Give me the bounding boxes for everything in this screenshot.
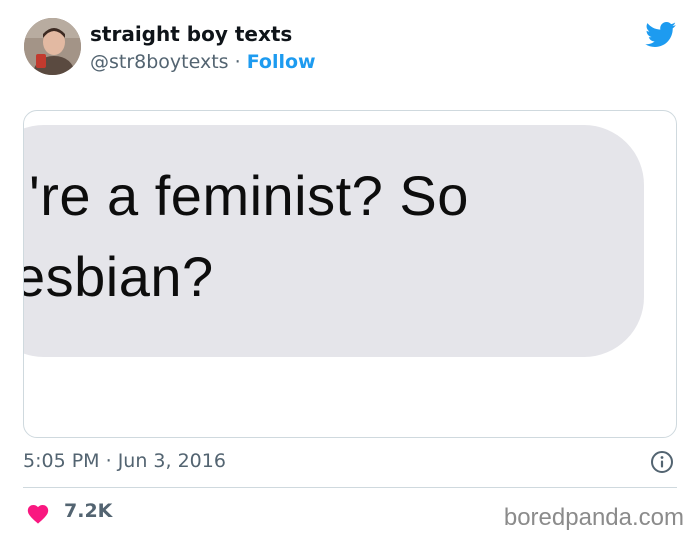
like-count[interactable]: 7.2K bbox=[64, 500, 112, 522]
separator-dot: · bbox=[234, 51, 241, 73]
author-name[interactable]: straight boy texts bbox=[90, 22, 292, 46]
watermark: boredpanda.com bbox=[503, 504, 684, 531]
message-bubble bbox=[24, 125, 644, 357]
tweet-date: Jun 3, 2016 bbox=[117, 450, 226, 472]
message-line-1: 're a feminist? So bbox=[29, 164, 469, 227]
author-handle[interactable]: @str8boytexts bbox=[90, 51, 229, 73]
tweet-media[interactable]: 're a feminist? So esbian? bbox=[23, 110, 677, 438]
heart-icon[interactable] bbox=[26, 502, 50, 524]
author-avatar[interactable] bbox=[24, 18, 81, 75]
tweet-time: 5:05 PM bbox=[23, 450, 100, 472]
tweet-timestamp[interactable]: 5:05 PM · Jun 3, 2016 bbox=[23, 450, 226, 472]
divider bbox=[23, 487, 677, 488]
separator-dot: · bbox=[105, 450, 112, 472]
message-line-2: esbian? bbox=[23, 245, 214, 308]
author-meta-line: @str8boytexts · Follow bbox=[90, 51, 316, 73]
info-icon[interactable] bbox=[650, 450, 674, 474]
follow-button[interactable]: Follow bbox=[247, 51, 316, 73]
twitter-bird-icon[interactable] bbox=[645, 22, 677, 48]
